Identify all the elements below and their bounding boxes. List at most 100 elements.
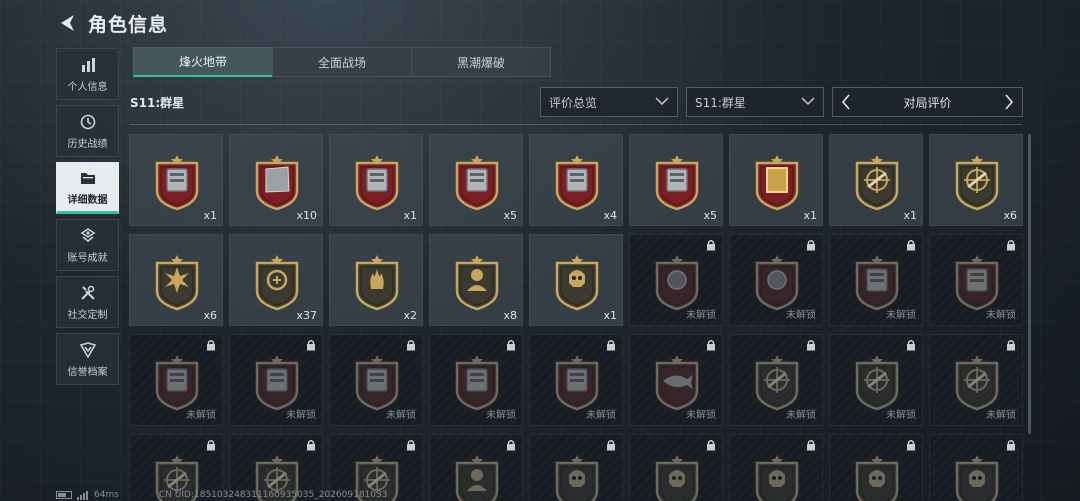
chessboard-badge bbox=[355, 355, 399, 411]
lock-icon bbox=[507, 340, 515, 351]
badge-cell[interactable]: x37 bbox=[229, 234, 323, 326]
lock-icon bbox=[507, 440, 515, 451]
lock-icon bbox=[807, 440, 815, 451]
locked-label: 未解锁 bbox=[286, 410, 316, 421]
locked-badge-cell[interactable]: 未解锁 bbox=[729, 434, 823, 501]
badge-count: x1 bbox=[603, 309, 617, 322]
locked-label: 未解锁 bbox=[486, 410, 516, 421]
sidebar-item-detailed-data[interactable]: 详细数据 bbox=[56, 162, 119, 214]
badge-cell[interactable]: x4 bbox=[529, 134, 623, 226]
lock-icon bbox=[607, 340, 615, 351]
tablet-device-badge bbox=[155, 155, 199, 211]
scrollbar[interactable] bbox=[1028, 134, 1031, 434]
vehicle-parts-badge bbox=[655, 155, 699, 211]
badge-cell[interactable]: x6 bbox=[129, 234, 223, 326]
locked-badge-cell[interactable]: 未解锁 bbox=[629, 334, 723, 426]
skull-badge bbox=[955, 455, 999, 501]
lock-icon bbox=[907, 240, 915, 251]
badge-cell[interactable]: x1 bbox=[829, 134, 923, 226]
crosshair-knife-badge bbox=[955, 155, 999, 211]
season-label: S11:群星 bbox=[130, 96, 185, 110]
lock-icon bbox=[707, 340, 715, 351]
soldier-bust-badge bbox=[455, 255, 499, 311]
tab-extraction[interactable]: 烽火地带 bbox=[133, 47, 273, 77]
sidebar-item-personal-info[interactable]: 个人信息 bbox=[56, 48, 119, 100]
locked-badge-cell[interactable]: 未解锁 bbox=[729, 334, 823, 426]
header: 角色信息 bbox=[56, 8, 168, 38]
lock-icon bbox=[207, 440, 215, 451]
match-rating-pager: 对局评价 bbox=[832, 87, 1023, 117]
locked-badge-cell[interactable]: 未解锁 bbox=[829, 234, 923, 326]
badge-cell[interactable]: x1 bbox=[529, 234, 623, 326]
locked-badge-cell[interactable]: 未解锁 bbox=[229, 334, 323, 426]
signal-icon bbox=[77, 490, 89, 500]
history-clock-icon bbox=[79, 113, 97, 131]
rating-overview-dropdown[interactable]: 评价总览 bbox=[540, 87, 678, 117]
locked-label: 未解锁 bbox=[786, 310, 816, 321]
sidebar-item-label: 个人信息 bbox=[67, 81, 108, 93]
sidebar-item-history[interactable]: 历史战绩 bbox=[56, 105, 119, 157]
lock-icon bbox=[407, 340, 415, 351]
sidebar-item-label: 历史战绩 bbox=[67, 138, 108, 150]
locked-label: 未解锁 bbox=[886, 310, 916, 321]
pager-label: 对局评价 bbox=[903, 95, 952, 110]
back-arrow-icon[interactable] bbox=[56, 11, 78, 35]
locked-badge-cell[interactable]: 未解锁 bbox=[629, 434, 723, 501]
badge-cell[interactable]: x10 bbox=[229, 134, 323, 226]
tools-icon bbox=[79, 284, 97, 302]
locked-badge-cell[interactable]: 未解锁 bbox=[129, 334, 223, 426]
locked-badge-cell[interactable]: 未解锁 bbox=[929, 434, 1023, 501]
badge-count: x1 bbox=[403, 209, 417, 222]
golden-painting-badge bbox=[755, 155, 799, 211]
page-title: 角色信息 bbox=[88, 13, 169, 36]
badge-count: x37 bbox=[296, 309, 317, 322]
locked-badge-cell[interactable]: 未解锁 bbox=[329, 334, 423, 426]
locked-badge-cell[interactable]: 未解锁 bbox=[529, 434, 623, 501]
sidebar-item-social[interactable]: 社交定制 bbox=[56, 276, 119, 328]
locked-badge-cell[interactable]: 未解锁 bbox=[929, 234, 1023, 326]
locked-label: 未解锁 bbox=[386, 410, 416, 421]
lock-icon bbox=[807, 240, 815, 251]
lock-icon bbox=[1007, 240, 1015, 251]
locked-badge-cell[interactable]: 未解锁 bbox=[929, 334, 1023, 426]
badge-cell[interactable]: x1 bbox=[129, 134, 223, 226]
badge-cell[interactable]: x5 bbox=[629, 134, 723, 226]
badge-cell[interactable]: x1 bbox=[729, 134, 823, 226]
badge-cell[interactable]: x1 bbox=[329, 134, 423, 226]
fish-badge bbox=[655, 355, 699, 411]
crosshair-rifle-badge bbox=[855, 155, 899, 211]
badge-count: x4 bbox=[603, 209, 617, 222]
locked-badge-cell[interactable]: 未解锁 bbox=[629, 234, 723, 326]
badge-count: x5 bbox=[503, 209, 517, 222]
crosshair-rifle-badge bbox=[755, 355, 799, 411]
sidebar-item-reputation[interactable]: 信誉档案 bbox=[56, 333, 119, 385]
triple-flame-badge bbox=[355, 255, 399, 311]
chevron-right-icon[interactable] bbox=[1002, 93, 1016, 111]
chevron-down-icon bbox=[655, 95, 669, 109]
season-dropdown[interactable]: S11:群星 bbox=[686, 87, 824, 117]
locked-badge-cell[interactable]: 未解锁 bbox=[829, 434, 923, 501]
soldier-badge bbox=[455, 455, 499, 501]
skull-badge bbox=[555, 455, 599, 501]
badge-cell[interactable]: x2 bbox=[329, 234, 423, 326]
badge-cell[interactable]: x6 bbox=[929, 134, 1023, 226]
sidebar-item-achievements[interactable]: 账号成就 bbox=[56, 219, 119, 271]
badge-cell[interactable]: x5 bbox=[429, 134, 523, 226]
tab-black-tide[interactable]: 黑潮爆破 bbox=[411, 47, 551, 77]
locked-badge-cell[interactable]: 未解锁 bbox=[729, 234, 823, 326]
badge-count: x1 bbox=[803, 209, 817, 222]
tab-battlefield[interactable]: 全面战场 bbox=[272, 47, 412, 77]
lantern-badge bbox=[155, 355, 199, 411]
sidebar-item-label: 信誉档案 bbox=[67, 366, 108, 378]
locked-label: 未解锁 bbox=[986, 310, 1016, 321]
badge-cell[interactable]: x8 bbox=[429, 234, 523, 326]
chevron-left-icon[interactable] bbox=[839, 93, 853, 111]
lock-icon bbox=[907, 340, 915, 351]
reputation-shield-icon bbox=[79, 341, 97, 359]
locked-label: 未解锁 bbox=[786, 410, 816, 421]
locked-badge-cell[interactable]: 未解锁 bbox=[829, 334, 923, 426]
locked-badge-cell[interactable]: 未解锁 bbox=[429, 334, 523, 426]
locked-badge-cell[interactable]: 未解锁 bbox=[429, 434, 523, 501]
locked-label: 未解锁 bbox=[586, 410, 616, 421]
locked-badge-cell[interactable]: 未解锁 bbox=[529, 334, 623, 426]
